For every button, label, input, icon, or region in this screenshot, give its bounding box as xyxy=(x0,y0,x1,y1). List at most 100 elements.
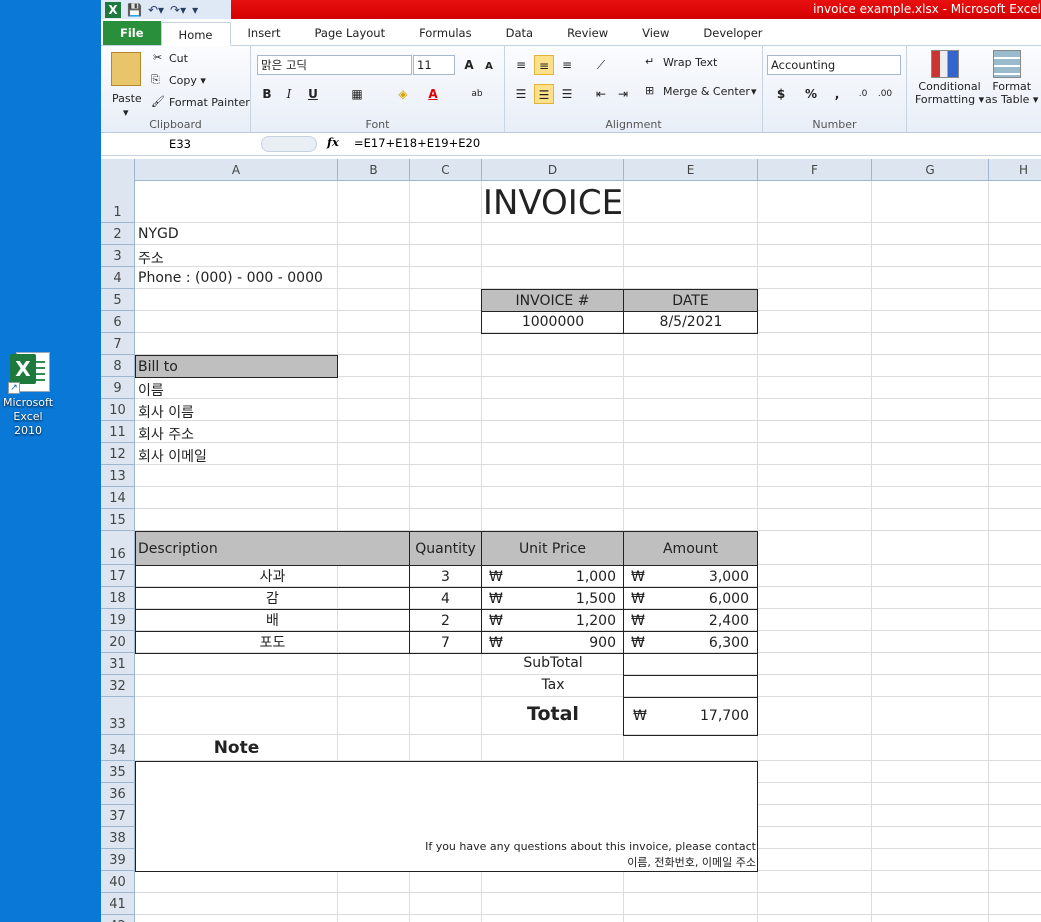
excel-desktop-shortcut[interactable]: X ↗ Microsoft Excel 2010 xyxy=(0,350,56,438)
undo-icon[interactable]: ↶▾ xyxy=(148,3,164,17)
row-header[interactable]: 36 xyxy=(101,783,135,805)
row-header[interactable]: 2 xyxy=(101,223,135,245)
row-header[interactable]: 6 xyxy=(101,311,135,333)
column-header-e[interactable]: E xyxy=(624,159,758,181)
column-header-g[interactable]: G xyxy=(872,159,989,181)
align-center-icon[interactable]: ☰ xyxy=(534,84,554,104)
wrap-text-button[interactable]: Wrap Text xyxy=(663,56,717,69)
column-header-a[interactable]: A xyxy=(135,159,338,181)
tab-developer[interactable]: Developer xyxy=(686,21,779,45)
align-left-icon[interactable]: ☰ xyxy=(511,84,531,104)
wrap-text-icon[interactable]: ↵ xyxy=(645,55,654,68)
copy-button[interactable]: Copy ▾ xyxy=(169,74,206,87)
decrease-indent-icon[interactable]: ⇤ xyxy=(591,84,611,104)
insert-function-icon[interactable]: fx xyxy=(327,135,339,149)
column-header-c[interactable]: C xyxy=(410,159,482,181)
paste-icon[interactable] xyxy=(111,52,141,86)
row-header[interactable]: 11 xyxy=(101,421,135,443)
increase-decimal-icon[interactable]: .0 xyxy=(853,84,873,104)
number-format-dropdown[interactable]: Accounting xyxy=(767,55,901,75)
row-header[interactable]: 33 xyxy=(101,697,135,735)
row-header[interactable]: 12 xyxy=(101,443,135,465)
align-right-icon[interactable]: ☰ xyxy=(557,84,577,104)
column-header-f[interactable]: F xyxy=(758,159,872,181)
row-header[interactable]: 42 xyxy=(101,915,135,922)
tab-file[interactable]: File xyxy=(103,21,161,45)
select-all-corner[interactable] xyxy=(101,159,135,181)
bold-button[interactable]: B xyxy=(257,84,277,104)
row-header[interactable]: 34 xyxy=(101,735,135,761)
align-middle-icon[interactable]: ≡ xyxy=(534,55,554,75)
save-icon[interactable]: 💾 xyxy=(127,3,142,17)
underline-button[interactable]: U xyxy=(303,84,323,104)
formula-input[interactable]: =E17+E18+E19+E20 xyxy=(354,136,480,150)
column-header-d[interactable]: D xyxy=(482,159,624,181)
redo-icon[interactable]: ↷▾ xyxy=(170,3,186,17)
comma-style-button[interactable]: , xyxy=(827,84,847,104)
row-header[interactable]: 41 xyxy=(101,893,135,915)
percent-style-button[interactable]: % xyxy=(801,84,821,104)
row-header[interactable]: 1 xyxy=(101,181,135,223)
row-header[interactable]: 32 xyxy=(101,675,135,697)
customize-qat-icon[interactable]: ▾ xyxy=(192,3,198,17)
accounting-format-button[interactable]: $ xyxy=(771,84,791,104)
merge-center-icon[interactable]: ⊞ xyxy=(645,84,654,97)
font-size-dropdown[interactable]: 11 xyxy=(413,55,455,75)
cut-icon[interactable]: ✂ xyxy=(153,51,162,64)
copy-icon[interactable]: ⎘ xyxy=(151,73,160,87)
grow-font-button[interactable]: A xyxy=(459,55,479,75)
name-box[interactable]: E33 xyxy=(105,135,255,153)
row-header[interactable]: 3 xyxy=(101,245,135,267)
cut-button[interactable]: Cut xyxy=(169,52,188,65)
row-header[interactable]: 20 xyxy=(101,631,135,653)
decrease-decimal-icon[interactable]: .00 xyxy=(875,84,895,104)
row-header[interactable]: 4 xyxy=(101,267,135,289)
tab-formulas[interactable]: Formulas xyxy=(402,21,489,45)
phonetic-icon[interactable]: ab xyxy=(467,84,487,104)
orientation-icon[interactable]: ⟋ xyxy=(591,55,611,75)
tab-home[interactable]: Home xyxy=(160,22,231,46)
fill-color-icon[interactable]: ◈ xyxy=(393,84,413,104)
row-header[interactable]: 13 xyxy=(101,465,135,487)
merge-center-button[interactable]: Merge & Center xyxy=(663,85,750,98)
formula-bar-slider[interactable] xyxy=(261,136,317,152)
row-header[interactable]: 35 xyxy=(101,761,135,783)
row-header[interactable]: 40 xyxy=(101,871,135,893)
font-name-dropdown[interactable]: 맑은 고딕 xyxy=(257,55,412,75)
tax-value-cell[interactable] xyxy=(623,675,758,698)
column-header-b[interactable]: B xyxy=(338,159,410,181)
format-painter-button[interactable]: Format Painter xyxy=(169,96,250,109)
merge-dropdown-icon[interactable]: ▾ xyxy=(751,85,757,98)
row-header[interactable]: 15 xyxy=(101,509,135,531)
excel-app-icon[interactable]: X xyxy=(105,1,121,18)
tab-data[interactable]: Data xyxy=(489,21,550,45)
row-header[interactable]: 10 xyxy=(101,399,135,421)
paste-button[interactable]: Paste xyxy=(112,92,142,105)
row-header[interactable]: 38 xyxy=(101,827,135,849)
row-header[interactable]: 16 xyxy=(101,531,135,565)
row-header[interactable]: 14 xyxy=(101,487,135,509)
row-header[interactable]: 19 xyxy=(101,609,135,631)
shrink-font-button[interactable]: A xyxy=(479,57,499,77)
row-header[interactable]: 37 xyxy=(101,805,135,827)
tab-insert[interactable]: Insert xyxy=(231,21,298,45)
row-header[interactable]: 7 xyxy=(101,333,135,355)
format-painter-icon[interactable]: 🖌 xyxy=(151,95,165,108)
column-header-h[interactable]: H xyxy=(989,159,1041,181)
subtotal-value-cell[interactable] xyxy=(623,653,758,676)
row-header[interactable]: 17 xyxy=(101,565,135,587)
row-header[interactable]: 9 xyxy=(101,377,135,399)
font-color-icon[interactable]: A xyxy=(423,84,443,104)
borders-icon[interactable]: ▦ xyxy=(347,84,367,104)
row-header[interactable]: 39 xyxy=(101,849,135,871)
align-top-icon[interactable]: ≡ xyxy=(511,55,531,75)
row-header[interactable]: 18 xyxy=(101,587,135,609)
format-as-table-icon[interactable] xyxy=(993,50,1021,78)
increase-indent-icon[interactable]: ⇥ xyxy=(613,84,633,104)
tab-view[interactable]: View xyxy=(625,21,686,45)
conditional-formatting-button[interactable]: Conditional Formatting ▾ xyxy=(915,80,984,106)
tab-page-layout[interactable]: Page Layout xyxy=(298,21,403,45)
align-bottom-icon[interactable]: ≡ xyxy=(557,55,577,75)
row-header[interactable]: 5 xyxy=(101,289,135,311)
format-as-table-button[interactable]: Format as Table ▾ xyxy=(985,80,1038,106)
